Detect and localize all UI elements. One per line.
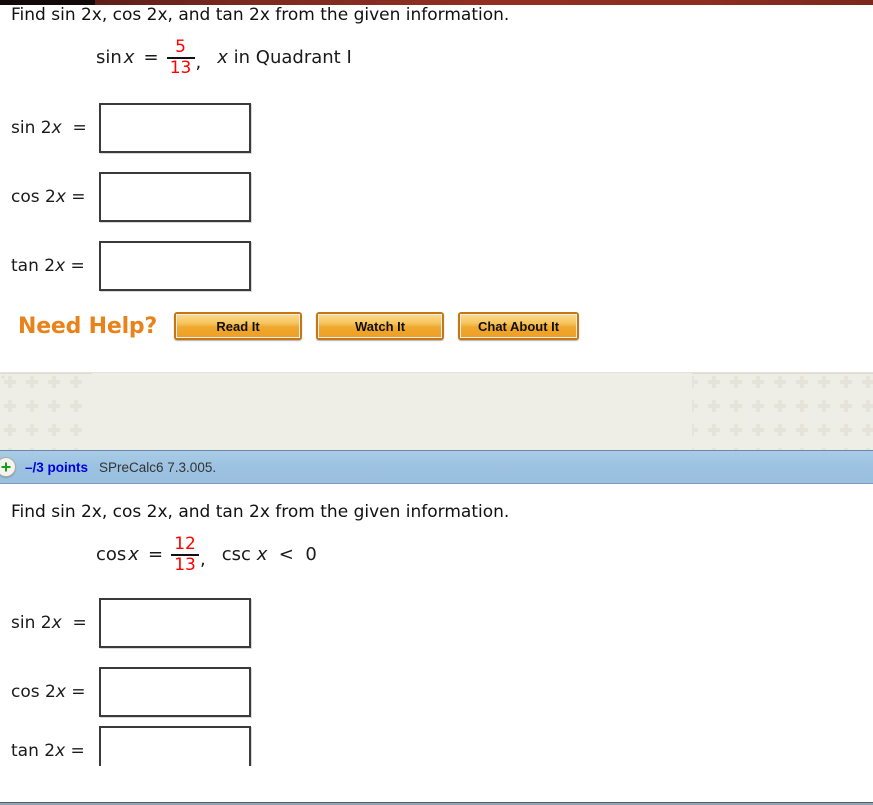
need-help-label: Need Help? — [18, 313, 158, 339]
question-2-prompt: Find sin 2x, cos 2x, and tan 2x from the… — [0, 502, 873, 522]
question-1-need-help: Need Help? Read It Watch It Chat About I… — [0, 302, 873, 350]
read-it-button[interactable]: Read It — [174, 312, 303, 340]
question-2-points-value: –/3 points — [25, 459, 89, 475]
question-1-answer-row-tan: tan 2x = — [0, 231, 873, 300]
question-2-fraction: 12 13 — [171, 534, 200, 575]
question-2-eq-operator: = — [147, 543, 164, 565]
question-2-answer-label-sin: sin 2x = — [11, 612, 87, 633]
question-1-answer-input-tan[interactable] — [99, 240, 251, 291]
read-it-button-label: Read It — [176, 314, 301, 338]
question-2-answer-row-cos: cos 2x = — [0, 657, 873, 726]
question-2-eq-variable: x — [128, 543, 139, 565]
question-1-fraction: 5 13 — [166, 37, 195, 78]
question-2-equation: cos x = 12 13 , csc x < 0 — [0, 534, 873, 575]
question-2-answer-input-cos[interactable] — [99, 666, 251, 717]
question-1-fraction-denominator: 13 — [169, 58, 192, 78]
question-2-answer-label-cos: cos 2x = — [11, 681, 86, 702]
section-separator — [0, 372, 873, 450]
question-1-answer-label-sin: sin 2x = — [11, 117, 87, 138]
chat-about-it-button[interactable]: Chat About It — [458, 312, 580, 340]
question-2-answer-row-tan: tan 2x = — [0, 726, 873, 766]
question-2-answer-input-tan[interactable] — [99, 726, 251, 766]
question-1-answer-row-sin: sin 2x = — [0, 93, 873, 162]
question-2-answer-row-sin: sin 2x = — [0, 588, 873, 657]
question-1-answer-row-cos: cos 2x = — [0, 162, 873, 231]
watch-it-button[interactable]: Watch It — [316, 312, 445, 340]
question-1-eq-comma: , — [195, 52, 202, 73]
question-2-eq-comma: , — [200, 549, 206, 570]
question-2-answer-input-sin[interactable] — [99, 597, 251, 648]
question-1-answer-input-sin[interactable] — [99, 102, 251, 153]
question-2-eq-function: cos — [96, 543, 127, 565]
plus-circle-icon[interactable] — [0, 457, 16, 477]
chat-about-it-button-label: Chat About It — [460, 314, 578, 338]
question-1-eq-variable: x — [123, 46, 135, 68]
question-1-fraction-numerator: 5 — [175, 37, 186, 57]
question-1-equation: sin x = 5 13 , x in Quadrant I — [0, 37, 873, 78]
question-1-eq-operator: = — [143, 46, 159, 68]
question-2-answer-label-tan: tan 2x = — [11, 741, 85, 761]
question-1-answer-label-tan: tan 2x = — [11, 255, 85, 276]
question-1-answer-label-cos: cos 2x = — [11, 186, 86, 207]
question-2: –/3 points SPreCalc6 7.3.005. Find sin 2… — [0, 450, 873, 766]
question-1-answer-input-cos[interactable] — [99, 171, 251, 222]
question-2-eq-condition: csc x < 0 — [221, 543, 317, 565]
question-2-answer-row-tan-clipped: tan 2x = — [0, 726, 873, 766]
question-1-prompt-text: Find sin 2x, cos 2x, and tan 2x from the… — [11, 5, 510, 25]
question-2-points-header: –/3 points SPreCalc6 7.3.005. — [0, 450, 873, 484]
watch-it-button-label: Watch It — [318, 314, 443, 338]
question-2-fraction-numerator: 12 — [174, 534, 196, 554]
question-1-prompt: Find sin 2x, cos 2x, and tan 2x from the… — [0, 5, 873, 25]
question-1-eq-condition: x in Quadrant I — [217, 46, 352, 68]
question-1-eq-function: sin — [96, 46, 122, 68]
question-1: Find sin 2x, cos 2x, and tan 2x from the… — [0, 0, 873, 350]
question-2-fraction-denominator: 13 — [174, 555, 196, 575]
question-2-prompt-text: Find sin 2x, cos 2x, and tan 2x from the… — [11, 502, 510, 522]
question-2-exercise-code: SPreCalc6 7.3.005. — [99, 459, 217, 475]
separator-plain-area — [92, 373, 692, 450]
